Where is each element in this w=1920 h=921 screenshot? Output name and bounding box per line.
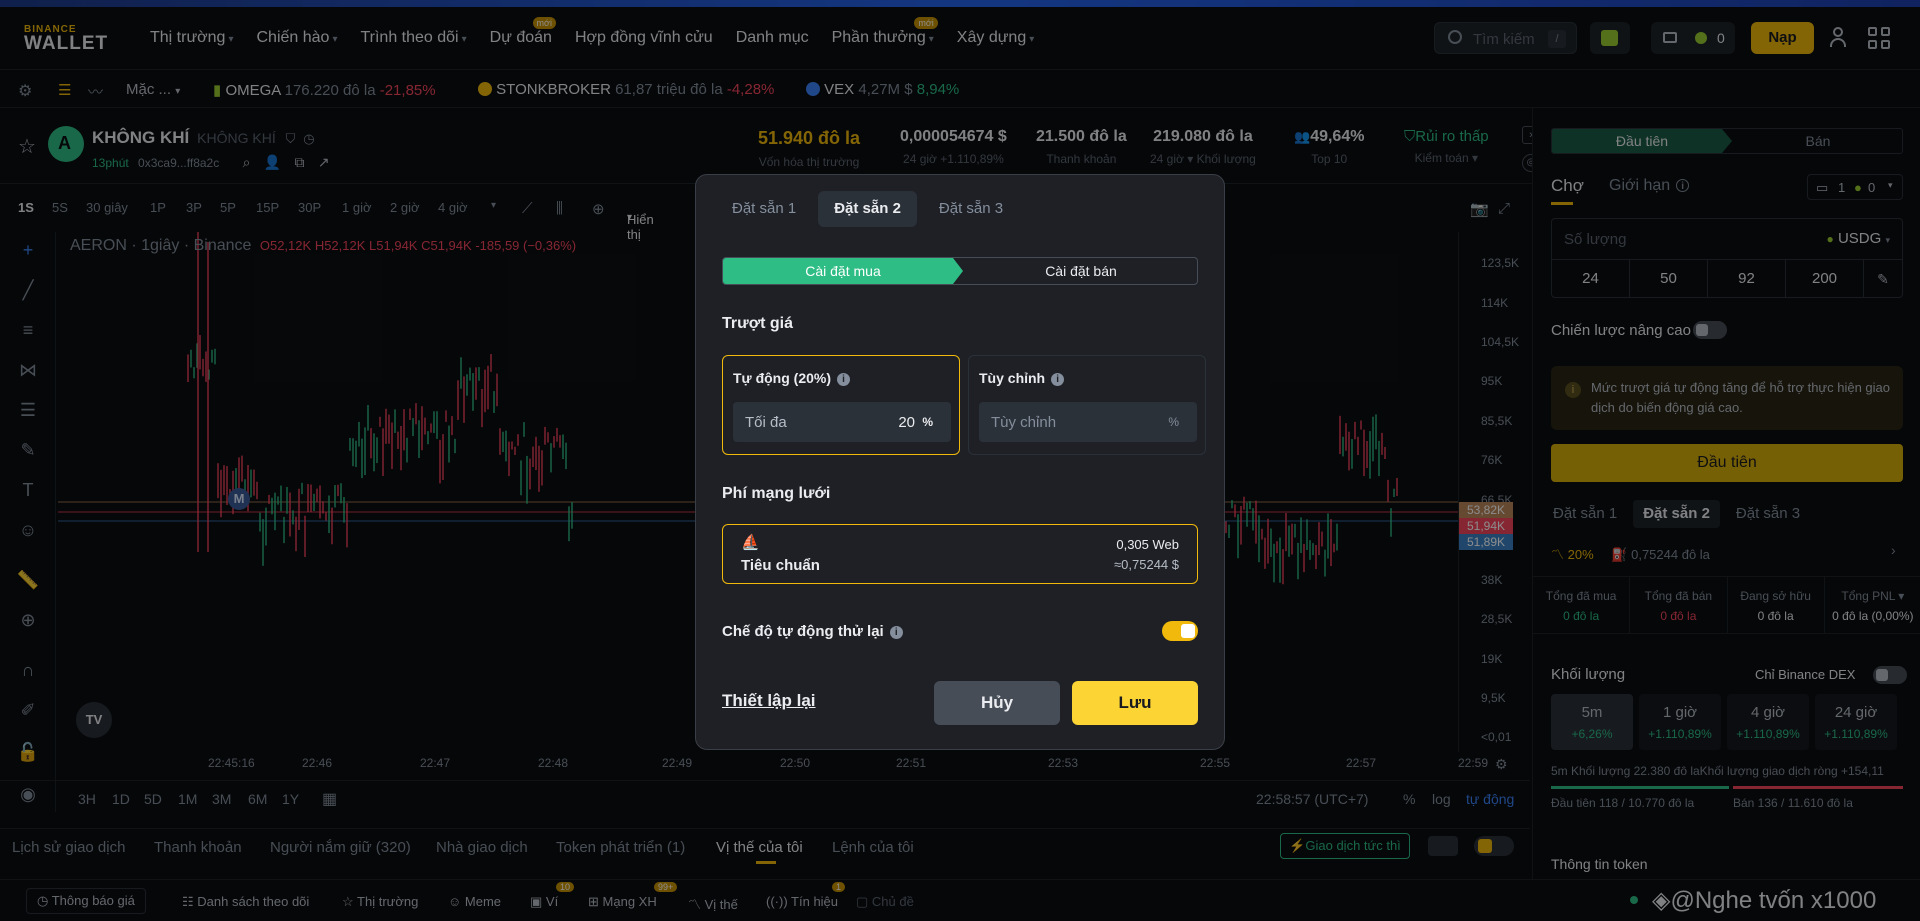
max-label: Tối đa bbox=[745, 414, 787, 431]
fee-web: 0,305 Web bbox=[1116, 537, 1179, 552]
modal-tab-2[interactable]: Đặt sẵn 3 bbox=[923, 191, 1019, 227]
custom-slippage-input[interactable]: Tùy chỉnh % bbox=[979, 402, 1197, 442]
buy-sell-setting-toggle: Cài đặt mua Cài đặt bán bbox=[722, 257, 1198, 285]
slippage-title: Trượt giá bbox=[722, 315, 793, 332]
preset-settings-modal: Đặt sẵn 1 Đặt sẵn 2 Đặt sẵn 3 Cài đặt mua … bbox=[695, 174, 1225, 750]
slippage-custom-card[interactable]: Tùy chỉnh i Tùy chỉnh % bbox=[968, 355, 1206, 455]
slippage-auto-label: Tự động (20%) bbox=[733, 370, 832, 386]
max-value: 20 bbox=[898, 414, 915, 431]
auto-retry-label: Chế độ tự động thử lại i bbox=[722, 623, 903, 640]
fee-tier: Tiêu chuẩn bbox=[741, 557, 820, 574]
info-icon: i bbox=[1051, 373, 1065, 386]
info-icon: i bbox=[837, 373, 851, 386]
max-slippage-field[interactable]: Tối đa 20 % bbox=[733, 402, 951, 442]
max-pct: % bbox=[922, 415, 933, 429]
auto-retry-toggle[interactable] bbox=[1162, 621, 1198, 641]
fee-standard-card[interactable]: ⛵ Tiêu chuẩn 0,305 Web ≈0,75244 $ bbox=[722, 524, 1198, 584]
slippage-auto-card[interactable]: Tự động (20%) i Tối đa 20 % bbox=[722, 355, 960, 455]
modal-tabs: Đặt sẵn 1 Đặt sẵn 2 Đặt sẵn 3 bbox=[716, 191, 1019, 227]
fee-usd: ≈0,75244 $ bbox=[1114, 557, 1179, 572]
sell-setting-tab[interactable]: Cài đặt bán bbox=[963, 258, 1197, 284]
cancel-button[interactable]: Hủy bbox=[934, 681, 1060, 725]
custom-placeholder: Tùy chỉnh bbox=[991, 414, 1057, 431]
info-icon: i bbox=[889, 626, 903, 639]
custom-pct: % bbox=[1168, 415, 1179, 429]
buy-setting-tab[interactable]: Cài đặt mua bbox=[723, 258, 963, 284]
slippage-custom-label: Tùy chỉnh bbox=[979, 370, 1046, 386]
gas-icon: ⛵ bbox=[741, 534, 760, 551]
fee-title: Phí mạng lưới bbox=[722, 485, 831, 502]
reset-button[interactable]: Thiết lập lại bbox=[722, 691, 816, 711]
modal-tab-0[interactable]: Đặt sẵn 1 bbox=[716, 191, 812, 227]
save-button[interactable]: Lưu bbox=[1072, 681, 1198, 725]
modal-tab-1[interactable]: Đặt sẵn 2 bbox=[818, 191, 917, 227]
